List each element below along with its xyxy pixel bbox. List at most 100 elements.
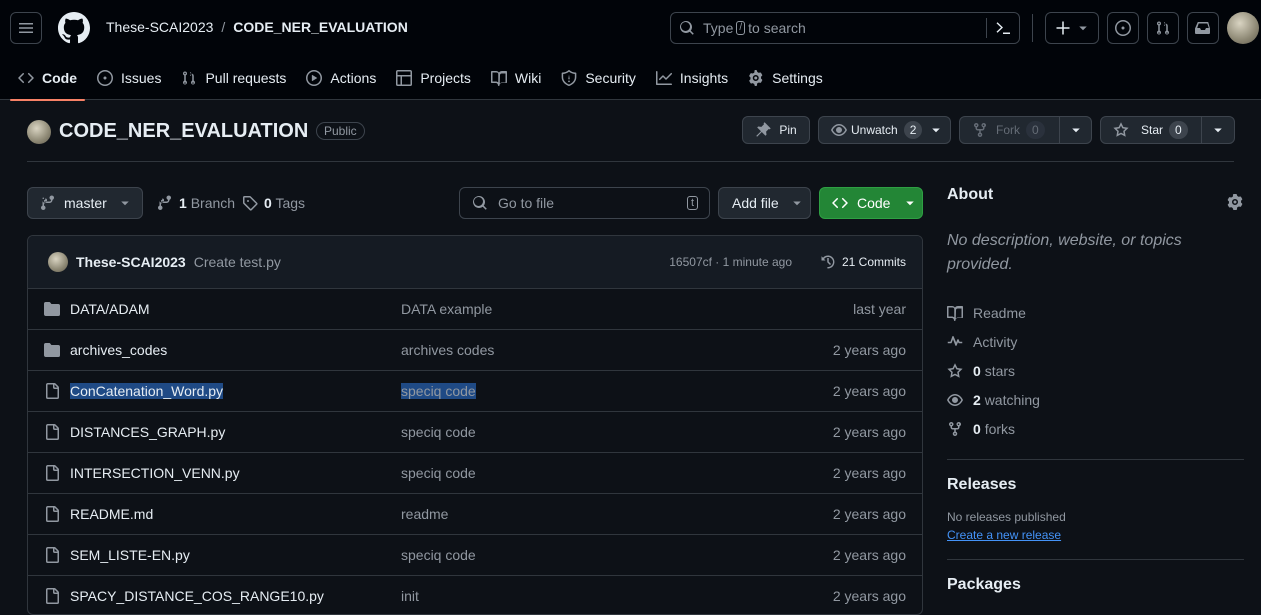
inbox-icon bbox=[1195, 22, 1210, 34]
command-palette-icon[interactable] bbox=[995, 20, 1011, 36]
code-button[interactable]: Code bbox=[819, 187, 923, 219]
star-icon bbox=[1113, 122, 1129, 137]
tags-link[interactable]: 0 Tags bbox=[242, 195, 305, 211]
tab-projects[interactable]: Projects bbox=[386, 56, 481, 100]
hamburger-icon bbox=[19, 23, 33, 33]
tab-settings[interactable]: Settings bbox=[738, 56, 833, 100]
add-file-button[interactable]: Add file bbox=[718, 187, 811, 219]
pull-requests-button[interactable] bbox=[1147, 12, 1179, 44]
owner-link[interactable]: These-SCAI2023 bbox=[106, 18, 213, 36]
file-row[interactable]: DISTANCES_GRAPH.py speciq code 2 years ago bbox=[28, 412, 922, 453]
file-name[interactable]: README.md bbox=[70, 506, 153, 522]
sidebar-divider bbox=[947, 459, 1244, 460]
gear-icon[interactable] bbox=[1227, 194, 1243, 210]
go-to-file-input[interactable]: Go to file t bbox=[459, 187, 710, 219]
git-pull-request-icon bbox=[1157, 21, 1169, 35]
commit-author[interactable]: These-SCAI2023 bbox=[76, 254, 186, 270]
file-updated-time: 2 years ago bbox=[832, 424, 906, 440]
owner-avatar[interactable] bbox=[27, 120, 51, 144]
forks-link[interactable]: 0 forks bbox=[947, 414, 1244, 443]
commit-meta[interactable]: 16507cf · 1 minute ago bbox=[669, 255, 792, 269]
tab-pull-requests[interactable]: Pull requests bbox=[171, 56, 296, 100]
repo-title[interactable]: CODE_NER_EVALUATION bbox=[59, 120, 308, 143]
inbox-button[interactable] bbox=[1187, 12, 1219, 44]
file-commit-message[interactable]: speciq code bbox=[401, 383, 476, 399]
file-commit-message[interactable]: speciq code bbox=[401, 465, 476, 481]
tab-code[interactable]: Code bbox=[8, 56, 87, 101]
tab-label: Security bbox=[585, 70, 636, 86]
watching-count: 2 bbox=[973, 391, 981, 408]
file-name[interactable]: DISTANCES_GRAPH.py bbox=[70, 424, 225, 440]
commits-link[interactable]: 21 Commits bbox=[820, 254, 906, 270]
file-row[interactable]: archives_codes archives codes 2 years ago bbox=[28, 330, 922, 371]
create-release-link[interactable]: Create a new release bbox=[947, 528, 1244, 542]
unwatch-button[interactable]: Unwatch 2 bbox=[818, 116, 951, 144]
tab-insights[interactable]: Insights bbox=[646, 56, 738, 100]
fork-button[interactable]: Fork 0 bbox=[959, 116, 1092, 144]
tab-wiki[interactable]: Wiki bbox=[481, 56, 551, 100]
file-row[interactable]: README.md readme 2 years ago bbox=[28, 494, 922, 535]
packages-heading[interactable]: Packages bbox=[947, 576, 1244, 594]
forks-label: forks bbox=[984, 420, 1016, 437]
book-icon bbox=[490, 70, 507, 86]
repo-forked-icon bbox=[949, 421, 961, 436]
readme-label: Readme bbox=[973, 304, 1026, 321]
tag-count: 0 bbox=[264, 195, 272, 211]
user-avatar[interactable] bbox=[1227, 12, 1259, 44]
file-commit-message[interactable]: DATA example bbox=[401, 301, 492, 317]
file-name[interactable]: archives_codes bbox=[70, 342, 167, 358]
tab-security[interactable]: Security bbox=[551, 56, 646, 100]
repo-link[interactable]: CODE_NER_EVALUATION bbox=[233, 18, 408, 36]
watching-link[interactable]: 2 watching bbox=[947, 385, 1244, 414]
tab-actions[interactable]: Actions bbox=[296, 56, 386, 100]
file-updated-time: 2 years ago bbox=[832, 465, 906, 481]
file-row[interactable]: SPACY_DISTANCE_COS_RANGE10.py init 2 years… bbox=[28, 576, 922, 614]
activity-link[interactable]: Activity bbox=[947, 327, 1244, 356]
branch-select[interactable]: master bbox=[27, 187, 143, 219]
issues-button[interactable] bbox=[1107, 12, 1139, 44]
file-commit-message[interactable]: init bbox=[401, 588, 419, 604]
file-row[interactable]: INTERSECTION_VENN.py speciq code 2 years a… bbox=[28, 453, 922, 494]
stars-link[interactable]: 0 stars bbox=[947, 356, 1244, 385]
file-name[interactable]: SEM_LISTE-EN.py bbox=[70, 547, 190, 563]
repo-nav: Code Issues Pull requests Actions Projects Wi… bbox=[8, 56, 833, 101]
star-label: Star bbox=[1141, 123, 1164, 137]
file-updated-time: 2 years ago bbox=[832, 383, 906, 399]
commit-author-avatar[interactable] bbox=[48, 252, 68, 272]
menu-button[interactable] bbox=[10, 12, 42, 44]
github-logo[interactable] bbox=[58, 12, 90, 44]
triangle-down-icon[interactable] bbox=[1070, 124, 1082, 136]
pin-button[interactable]: Pin bbox=[742, 116, 810, 144]
releases-heading[interactable]: Releases bbox=[947, 476, 1244, 494]
file-commit-message[interactable]: speciq code bbox=[401, 547, 476, 563]
plus-icon bbox=[1056, 21, 1070, 35]
global-header: These-SCAI2023 / CODE_NER_EVALUATION Typ… bbox=[0, 0, 1261, 101]
watching-label: watching bbox=[984, 391, 1040, 408]
tab-issues[interactable]: Issues bbox=[87, 56, 171, 100]
commit-message[interactable]: Create test.py bbox=[194, 254, 281, 270]
file-updated-time: last year bbox=[853, 301, 906, 317]
file-row[interactable]: SEM_LISTE-EN.py speciq code 2 years ago bbox=[28, 535, 922, 576]
book-icon bbox=[947, 305, 963, 321]
issue-opened-icon bbox=[1115, 20, 1131, 36]
file-name[interactable]: ConCatenation_Word.py bbox=[70, 383, 224, 399]
file-row[interactable]: DATA/ADAM DATA example last year bbox=[28, 289, 922, 330]
create-new-button[interactable] bbox=[1045, 12, 1099, 44]
file-row[interactable]: ConCatenation_Word.py speciq code 2 years … bbox=[28, 371, 922, 412]
triangle-down-icon[interactable] bbox=[1212, 124, 1224, 136]
global-search-input[interactable]: Type / to search bbox=[670, 12, 1020, 44]
branch-count: 1 bbox=[179, 195, 187, 211]
readme-link[interactable]: Readme bbox=[947, 298, 1244, 327]
folder-icon bbox=[44, 302, 60, 316]
sidebar: About No description, website, or topics… bbox=[947, 186, 1244, 594]
file-name[interactable]: DATA/ADAM bbox=[70, 301, 150, 317]
file-commit-message[interactable]: speciq code bbox=[401, 424, 476, 440]
branch-label: Branch bbox=[190, 195, 236, 211]
file-commit-message[interactable]: archives codes bbox=[401, 342, 494, 358]
branches-link[interactable]: 1 Branch bbox=[157, 195, 235, 211]
file-name[interactable]: INTERSECTION_VENN.py bbox=[70, 465, 240, 481]
file-icon bbox=[46, 465, 59, 481]
star-button[interactable]: Star 0 bbox=[1100, 116, 1235, 144]
file-commit-message[interactable]: readme bbox=[401, 506, 448, 522]
file-name[interactable]: SPACY_DISTANCE_COS_RANGE10.py bbox=[70, 588, 324, 604]
